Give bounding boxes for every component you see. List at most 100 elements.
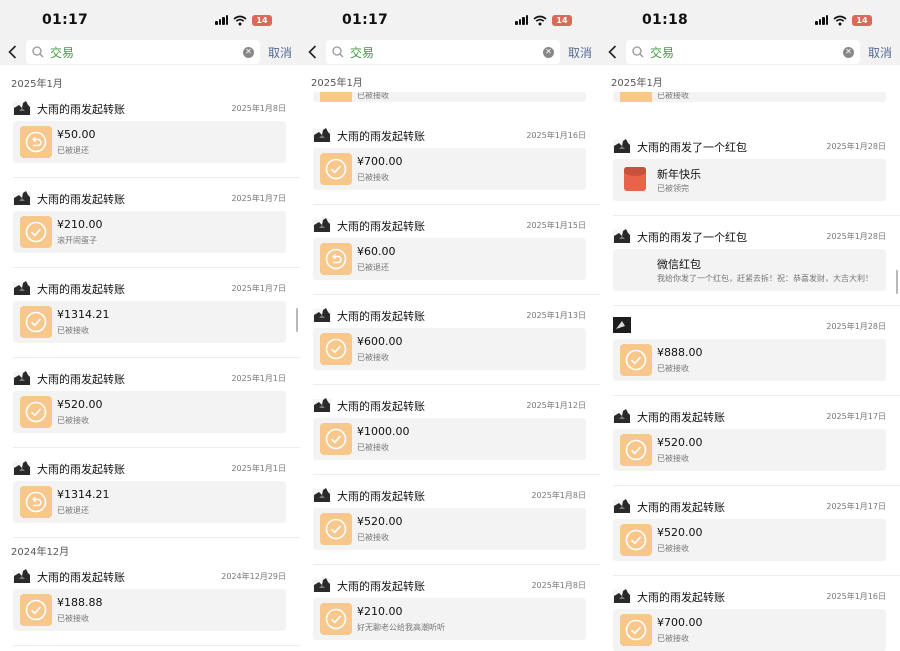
transfer-card[interactable]: ¥50.00 已被退还: [13, 121, 286, 163]
avatar[interactable]: [313, 126, 331, 142]
transaction-item[interactable]: 大雨的雨发起转账 2024年12月29日 ¥188.88 已被接收: [0, 560, 300, 650]
transaction-item[interactable]: 大雨的雨发起转账 2025年1月8日 ¥520.00 已被接收: [300, 479, 600, 569]
avatar[interactable]: [313, 486, 331, 502]
transaction-item[interactable]: 大雨的雨发起转账 2025年1月15日 ¥60.00 已被退还: [300, 209, 600, 299]
search-input[interactable]: 交易 ✕: [26, 40, 260, 64]
transaction-item[interactable]: 大雨的雨发起转账 2025年1月13日 ¥600.00 已被接收: [300, 299, 600, 389]
transaction-item[interactable]: 大雨的雨发起转账 2025年1月7日 ¥210.00 滚开闹蛋子: [0, 182, 300, 272]
transfer-status: 已被接收: [357, 173, 389, 182]
transfer-card[interactable]: ¥210.00 滚开闹蛋子: [13, 211, 286, 253]
transfer-card[interactable]: ¥60.00 已被退还: [313, 238, 586, 280]
back-chevron-icon[interactable]: [4, 42, 20, 62]
transfer-card[interactable]: ¥520.00 已被接收: [613, 519, 886, 561]
battery-icon: 14: [552, 14, 572, 26]
avatar[interactable]: [13, 567, 31, 583]
clear-search-icon[interactable]: ✕: [242, 46, 254, 58]
transfer-card[interactable]: 已被接收: [313, 92, 586, 102]
transaction-item[interactable]: 大雨的雨发起转账 2025年1月16日 ¥700.00 已被接收: [600, 580, 900, 651]
transfer-card[interactable]: ¥188.88 已被接收: [13, 589, 286, 631]
check-icon: [625, 349, 647, 371]
transfer-card[interactable]: ¥888.00 已被接收: [613, 339, 886, 381]
search-query: 交易: [350, 45, 375, 60]
screenshot-panel-1: 01:17 14 交易 ✕ 取消 2025年1月 大雨的雨发起转账 2025年1月8…: [0, 0, 300, 651]
avatar[interactable]: [313, 306, 331, 322]
return-arrow-icon: [325, 248, 347, 270]
avatar[interactable]: [13, 279, 31, 295]
search-input[interactable]: 交易 ✕: [326, 40, 560, 64]
search-input[interactable]: 交易 ✕: [626, 40, 860, 64]
divider: [13, 447, 300, 448]
transfer-card[interactable]: ¥700.00 已被接收: [313, 148, 586, 190]
avatar[interactable]: [313, 396, 331, 412]
avatar[interactable]: [13, 99, 31, 115]
avatar[interactable]: [13, 369, 31, 385]
transfer-status: 滚开闹蛋子: [57, 236, 97, 245]
transaction-item[interactable]: 大雨的雨发起转账 2025年1月17日 ¥520.00 已被接收: [600, 490, 900, 580]
status-time: 01:17: [342, 12, 389, 28]
transfer-status: 已被退还: [357, 263, 389, 272]
transfer-card[interactable]: ¥520.00 已被接收: [13, 391, 286, 433]
transaction-item[interactable]: 大雨的雨发起转账 2025年1月8日 ¥210.00 好无聊老公给我高潮听听: [300, 569, 600, 651]
transfer-card[interactable]: ¥700.00 已被接收: [613, 609, 886, 651]
sender-label: 大雨的雨发起转账: [37, 103, 125, 116]
transaction-item[interactable]: 大雨的雨发起转账 2025年1月7日 ¥1314.21 已被接收: [0, 272, 300, 362]
transfer-status-icon: [320, 333, 352, 365]
status-bar: 01:17 14: [0, 0, 300, 40]
transaction-date: 2025年1月8日: [531, 581, 586, 590]
transfer-card[interactable]: ¥520.00 已被接收: [613, 429, 886, 471]
back-chevron-icon[interactable]: [604, 42, 620, 62]
transaction-item[interactable]: 2025年1月28日 ¥888.00 已被接收: [600, 310, 900, 400]
cancel-button[interactable]: 取消: [868, 44, 894, 61]
transfer-status-icon: [20, 216, 52, 248]
transaction-item[interactable]: 大雨的雨发起转账 2025年1月12日 ¥1000.00 已被接收: [300, 389, 600, 479]
red-packet-status: 我给你发了一个红包，赶紧去拆！祝：恭喜发财，大吉大利！: [657, 274, 873, 283]
cancel-button[interactable]: 取消: [568, 44, 594, 61]
transaction-item[interactable]: 大雨的雨发起转账 2025年1月8日 ¥50.00 已被退还: [0, 92, 300, 182]
avatar[interactable]: [613, 317, 631, 333]
avatar[interactable]: [313, 576, 331, 592]
transfer-card[interactable]: ¥210.00 好无聊老公给我高潮听听: [313, 598, 586, 640]
transfer-status: 已被接收: [657, 454, 689, 463]
red-packet-item[interactable]: 大雨的雨发了一个红包 2025年1月28日 新年快乐 已被领完: [600, 130, 900, 220]
transaction-date: 2025年1月7日: [231, 194, 286, 203]
red-packet-item[interactable]: 大雨的雨发了一个红包 2025年1月28日 微信红包 我给你发了一个红包，赶紧去拆！祝…: [600, 220, 900, 310]
transaction-item[interactable]: 大雨的雨发起转账 2025年1月17日 ¥520.00 已被接收: [600, 400, 900, 490]
red-packet-title: 微信红包: [657, 258, 701, 271]
back-chevron-icon[interactable]: [304, 42, 320, 62]
avatar[interactable]: [13, 459, 31, 475]
transaction-item[interactable]: 大雨的雨发起转账 2025年1月16日 ¥700.00 已被接收: [300, 119, 600, 209]
red-packet-card[interactable]: 微信红包我给你发了一个红包，赶紧去拆！祝：恭喜发财，大吉大利！: [613, 249, 886, 291]
avatar[interactable]: [613, 587, 631, 603]
transfer-status-icon: [620, 92, 652, 102]
cancel-button[interactable]: 取消: [268, 44, 294, 61]
search-icon: [332, 46, 344, 58]
avatar[interactable]: [613, 227, 631, 243]
avatar[interactable]: [13, 189, 31, 205]
cellular-signal-icon: [215, 15, 228, 25]
avatar[interactable]: [613, 137, 631, 153]
transfer-card[interactable]: ¥600.00 已被接收: [313, 328, 586, 370]
scrollbar[interactable]: [896, 270, 898, 294]
transfer-card[interactable]: ¥1000.00 已被接收: [313, 418, 586, 460]
transfer-card[interactable]: 已被接收: [613, 92, 886, 102]
avatar[interactable]: [613, 407, 631, 423]
avatar[interactable]: [613, 497, 631, 513]
transfer-status: 已被退还: [57, 146, 89, 155]
check-icon: [325, 428, 347, 450]
transaction-item[interactable]: 大雨的雨发起转账 2025年1月1日 ¥520.00 已被接收: [0, 362, 300, 452]
transfer-status-icon: [20, 306, 52, 338]
transfer-card[interactable]: ¥520.00 已被接收: [313, 508, 586, 550]
sender-label: 大雨的雨发起转账: [37, 571, 125, 584]
avatar[interactable]: [313, 216, 331, 232]
transfer-card[interactable]: ¥1314.21 已被接收: [13, 301, 286, 343]
search-query: 交易: [50, 45, 75, 60]
transfer-status: 已被接收: [57, 326, 89, 335]
transaction-item[interactable]: 大雨的雨发起转账 2025年1月1日 ¥1314.21 已被退还: [0, 452, 300, 542]
scrollbar[interactable]: [296, 308, 298, 332]
red-packet-card[interactable]: 新年快乐 已被领完: [613, 159, 886, 201]
clear-search-icon[interactable]: ✕: [842, 46, 854, 58]
check-icon: [325, 338, 347, 360]
clear-search-icon[interactable]: ✕: [542, 46, 554, 58]
transfer-card[interactable]: ¥1314.21 已被退还: [13, 481, 286, 523]
transfer-amount: ¥520.00: [657, 526, 703, 539]
